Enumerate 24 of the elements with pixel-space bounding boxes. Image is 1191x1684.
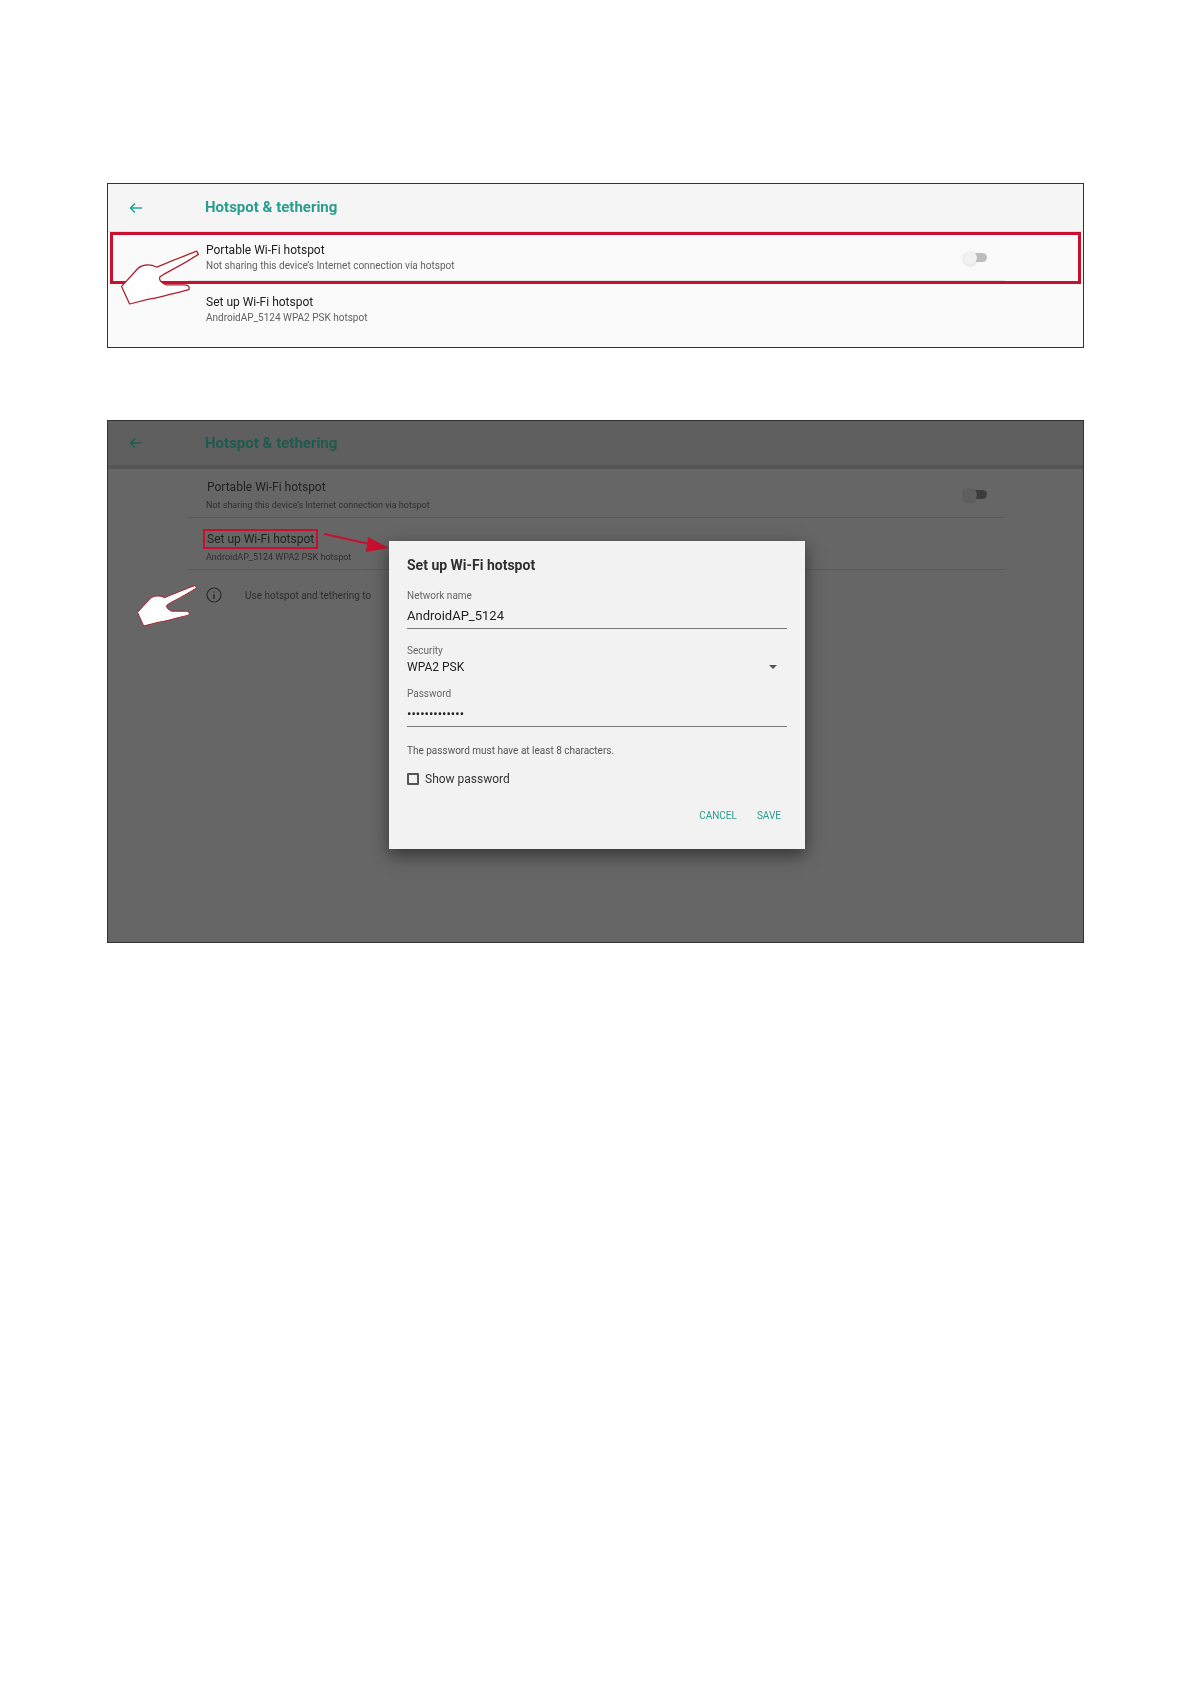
security-dropdown[interactable]: WPA2 PSK (407, 658, 787, 676)
page-title: Hotspot & tethering (205, 197, 338, 219)
back-arrow-icon[interactable] (128, 435, 144, 451)
setting-subtitle: Not sharing this device’s Internet connection via hotspot (206, 258, 455, 273)
setting-row[interactable]: Set up Wi-Fi hotspot AndroidAP_5124 WPA2 PSK hotspot (110, 284, 1081, 336)
toggle-switch[interactable] (963, 250, 987, 265)
hand-pointer-drawing (136, 583, 198, 629)
dialog-title: Set up Wi-Fi hotspot (407, 556, 537, 575)
input-field[interactable]: ••••••••••••• (407, 701, 787, 727)
dropdown-caret-icon (769, 665, 777, 669)
show-password-checkbox[interactable] (407, 773, 419, 785)
pointer-arrow-icon (324, 531, 389, 553)
page-title: Hotspot & tethering (205, 432, 338, 454)
toggle-switch[interactable] (963, 487, 987, 502)
setting-subtitle: AndroidAP_5124 WPA2 PSK hotspot (206, 311, 368, 325)
password-hint: The password must have at least 8 characters. (407, 744, 616, 758)
setting-title[interactable]: Portable Wi-Fi hotspot (206, 241, 325, 258)
field-label: Security (407, 644, 444, 658)
checkbox-label: Show password (425, 771, 510, 788)
setting-title[interactable]: Set up Wi-Fi hotspot (206, 294, 314, 310)
info-icon (206, 587, 222, 603)
field-label: Network name (407, 589, 473, 603)
input-field[interactable]: AndroidAP_5124 (407, 603, 787, 629)
field-label: Password (407, 687, 453, 701)
